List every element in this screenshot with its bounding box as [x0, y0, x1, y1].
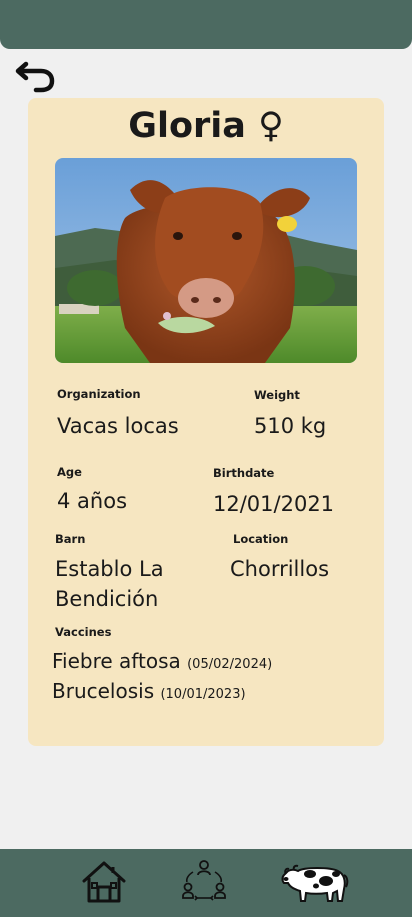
- home-icon: [82, 861, 126, 903]
- animal-photo: [55, 158, 357, 363]
- birthdate-label: Birthdate: [213, 466, 275, 480]
- barn-label: Barn: [55, 532, 86, 546]
- animal-title: Gloria ♀: [0, 104, 412, 148]
- weight-value: 510 kg: [254, 414, 327, 438]
- organization-value: Vacas locas: [57, 414, 179, 438]
- birthdate-value: 12/01/2021: [213, 492, 335, 516]
- back-button[interactable]: [14, 58, 58, 94]
- location-value: Chorrillos: [230, 557, 330, 581]
- nav-community[interactable]: [180, 858, 228, 906]
- female-symbol: ♀: [258, 106, 284, 146]
- location-label: Location: [233, 532, 289, 546]
- vaccine-item: Fiebre aftosa (05/02/2024): [52, 649, 272, 673]
- weight-label: Weight: [254, 388, 300, 402]
- vaccines-label: Vaccines: [55, 625, 112, 639]
- vaccine-item: Brucelosis (10/01/2023): [52, 679, 246, 703]
- undo-arrow-icon: [15, 61, 55, 93]
- nav-cattle[interactable]: [280, 861, 350, 905]
- bottom-nav: [0, 849, 412, 917]
- age-label: Age: [57, 465, 82, 479]
- cow-icon: [281, 864, 349, 902]
- vaccine-name: Brucelosis: [52, 679, 155, 703]
- top-bar: [0, 0, 412, 49]
- vaccine-date: (05/02/2024): [187, 657, 273, 672]
- animal-name: Gloria: [128, 106, 246, 146]
- nav-home[interactable]: [80, 857, 128, 905]
- community-icon: [182, 860, 226, 901]
- vaccine-date: (10/01/2023): [160, 687, 246, 702]
- age-value: 4 años: [57, 489, 128, 513]
- barn-value: Establo La Bendición: [55, 557, 164, 611]
- vaccine-name: Fiebre aftosa: [52, 649, 181, 673]
- organization-label: Organization: [57, 387, 141, 401]
